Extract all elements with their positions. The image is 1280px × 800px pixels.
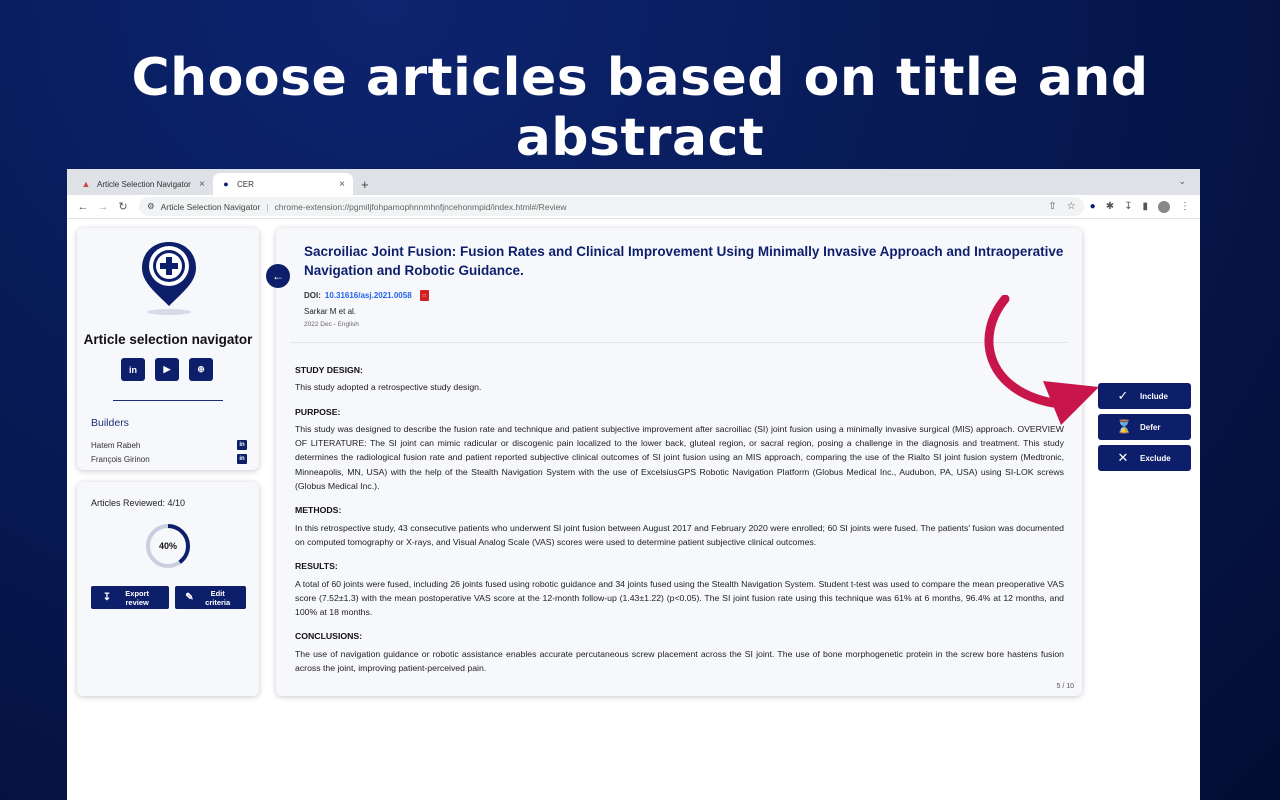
reload-icon[interactable]: ↻ — [113, 200, 133, 213]
section-text: This study was designed to describe the … — [295, 423, 1064, 492]
sidebar-info-card: Article selection navigator in ▶ ⊕ Build… — [77, 228, 259, 470]
browser-toolbar: ← → ↻ ⚙ Article Selection Navigator | ch… — [67, 195, 1200, 219]
puzzle-icon: ⚙ — [147, 201, 155, 211]
chevron-down-icon[interactable]: ⌄ — [1178, 176, 1186, 187]
address-site: Article Selection Navigator — [160, 201, 261, 212]
exclude-button[interactable]: ✕ Exclude — [1098, 445, 1191, 471]
progress-card: Articles Reviewed: 4/10 40% ↧ Export rev… — [77, 482, 259, 696]
back-arrow-icon[interactable]: ← — [73, 201, 93, 213]
address-url: chrome-extension://pgmiljfohpamophnnmhnf… — [274, 201, 567, 212]
doi-row: DOI: 10.31616/asj.2021.0058 □ — [304, 290, 429, 301]
pager: 5 / 10 — [1056, 683, 1074, 690]
curved-arrow-icon — [984, 295, 1099, 425]
section-text: A total of 60 joints were fused, includi… — [295, 578, 1064, 618]
arrow-left-icon: ← — [272, 269, 284, 283]
doi-link[interactable]: 10.31616/asj.2021.0058 — [325, 291, 412, 300]
section-title: METHODS: — [295, 505, 342, 516]
linkedin-icon[interactable]: in — [237, 454, 247, 464]
extension-pin-icon[interactable]: ● — [1090, 201, 1096, 212]
download-icon: ↧ — [102, 591, 112, 603]
section-title: STUDY DESIGN: — [295, 365, 363, 375]
youtube-icon[interactable]: ▶ — [155, 358, 179, 381]
export-label: Export review — [125, 588, 150, 607]
extension-favicon-icon: ● — [223, 179, 229, 189]
extensions-icon[interactable]: ✱ — [1106, 201, 1114, 212]
hourglass-icon: ⌛ — [1116, 419, 1133, 434]
address-bar[interactable]: ⚙ Article Selection Navigator | chrome-e… — [139, 197, 1084, 216]
app-favicon-icon: ▲ — [81, 179, 91, 189]
include-label: Include — [1140, 391, 1169, 401]
globe-icon[interactable]: ⊕ — [189, 358, 213, 381]
edit-icon: ✎ — [185, 591, 194, 603]
section-title: PURPOSE: — [295, 406, 341, 417]
linkedin-icon[interactable]: in — [237, 440, 247, 450]
article-title: Sacroiliac Joint Fusion: Fusion Rates an… — [304, 244, 1064, 278]
forward-arrow-icon[interactable]: → — [93, 201, 113, 213]
article-date: 2022 Dec - English — [304, 321, 359, 328]
app-title: Article selection navigator — [83, 332, 253, 347]
tab-label: CER — [237, 179, 254, 189]
builder-row: François Girinon in — [91, 454, 247, 464]
new-tab-icon[interactable]: + — [361, 177, 369, 192]
article-abstract: STUDY DESIGN: This study adopted a retro… — [295, 363, 1064, 675]
sidepanel-icon[interactable]: ▮ — [1142, 201, 1148, 212]
articles-reviewed: Articles Reviewed: 4/10 — [91, 498, 186, 508]
doi-prefix: DOI: — [304, 291, 321, 300]
divider — [290, 342, 1068, 343]
exclude-label: Exclude — [1140, 453, 1171, 463]
browser-window: ▲ Article Selection Navigator × ● CER × … — [67, 169, 1200, 800]
section-title: CONCLUSIONS: — [295, 631, 363, 642]
builder-row: Hatem Rabeh in — [91, 440, 247, 450]
defer-label: Defer — [1140, 422, 1161, 432]
pdf-icon[interactable]: □ — [419, 290, 429, 301]
address-separator: | — [266, 201, 269, 212]
close-icon: ✕ — [1117, 450, 1129, 465]
app-logo-icon — [142, 242, 196, 315]
download-icon[interactable]: ↧ — [1124, 201, 1132, 212]
back-button[interactable]: ← — [266, 264, 290, 288]
section-text: In this retrospective study, 43 consecut… — [295, 522, 1064, 547]
star-icon[interactable]: ☆ — [1067, 201, 1076, 212]
check-icon: ✓ — [1117, 388, 1129, 403]
article-authors: Sarkar M et al. — [304, 307, 357, 316]
close-icon[interactable]: × — [199, 179, 205, 190]
edit-criteria-button[interactable]: ✎ Edit criteria — [175, 586, 246, 609]
article-card: Sacroiliac Joint Fusion: Fusion Rates an… — [276, 228, 1082, 696]
headline: Choose articles based on title and abstr… — [131, 48, 1149, 168]
share-icon[interactable]: ⇧ — [1048, 201, 1056, 212]
tab-article-selection[interactable]: ▲ Article Selection Navigator × — [73, 173, 213, 195]
divider — [113, 400, 223, 401]
builders-title: Builders — [91, 417, 129, 429]
edit-label: Edit criteria — [205, 588, 231, 607]
menu-icon[interactable]: ⋮ — [1180, 201, 1190, 212]
defer-button[interactable]: ⌛ Defer — [1098, 414, 1191, 440]
tab-bar: ▲ Article Selection Navigator × ● CER × … — [67, 169, 1200, 195]
linkedin-icon[interactable]: in — [121, 358, 145, 381]
social-links: in ▶ ⊕ — [121, 358, 213, 381]
tab-cer[interactable]: ● CER × — [213, 173, 353, 195]
close-icon[interactable]: × — [339, 179, 345, 190]
tab-label: Article Selection Navigator — [97, 179, 191, 189]
export-review-button[interactable]: ↧ Export review — [91, 586, 169, 609]
profile-avatar[interactable] — [1158, 200, 1170, 213]
builder-name: Hatem Rabeh — [91, 440, 141, 450]
include-button[interactable]: ✓ Include — [1098, 383, 1191, 409]
section-text: The use of navigation guidance or roboti… — [295, 648, 1064, 674]
section-title: RESULTS: — [295, 561, 338, 572]
progress-label: 40% — [158, 541, 177, 551]
builder-name: François Girinon — [91, 454, 150, 464]
section-text: This study adopted a retrospective study… — [295, 382, 482, 393]
